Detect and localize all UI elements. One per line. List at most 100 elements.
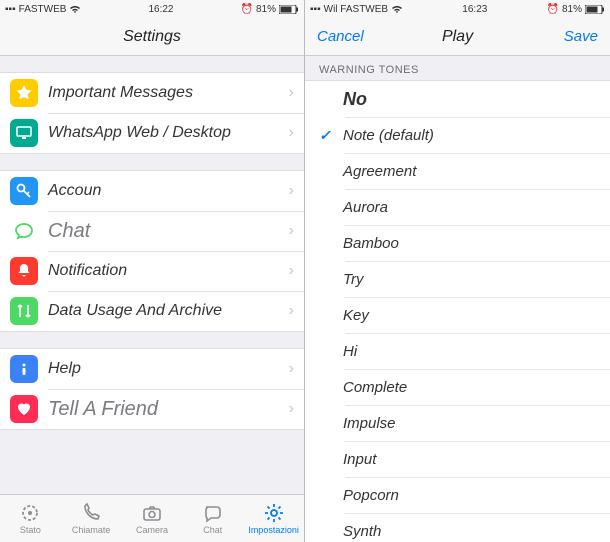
row-label: Chat [48, 220, 289, 243]
row-label: WhatsApp Web / Desktop [48, 124, 289, 142]
wifi-icon [391, 5, 403, 14]
settings-row[interactable]: Data Usage And Archive› [0, 291, 304, 331]
tone-row[interactable]: Agreement [305, 153, 610, 189]
tab-bar: Stato Chiamate Camera Chat Impostazioni [0, 494, 304, 542]
tab-status[interactable]: Stato [0, 495, 61, 542]
checkmark-icon: ✓ [319, 127, 343, 144]
tone-row[interactable]: ✓Note (default) [305, 117, 610, 153]
tone-label: Note (default) [343, 127, 434, 144]
cancel-button[interactable]: Cancel [317, 28, 364, 45]
chevron-right-icon: › [289, 302, 294, 320]
tab-label: Impostazioni [248, 525, 299, 535]
tone-label: Key [343, 307, 369, 324]
settings-row[interactable]: WhatsApp Web / Desktop› [0, 113, 304, 153]
tone-label: Synth [343, 523, 381, 540]
settings-row[interactable]: Important Messages› [0, 73, 304, 113]
chevron-right-icon: › [289, 182, 294, 200]
tone-row[interactable]: Key [305, 297, 610, 333]
nav-title: Play [442, 28, 473, 46]
settings-row[interactable]: Chat› [0, 211, 304, 251]
settings-row[interactable]: Notification› [0, 251, 304, 291]
key-icon [10, 177, 38, 205]
tone-label: Try [343, 271, 364, 288]
tone-list[interactable]: No✓Note (default)AgreementAuroraBambooTr… [305, 80, 610, 542]
battery-icon [585, 5, 605, 14]
section-header: WARNING TONES [305, 56, 610, 80]
tone-label: Hi [343, 343, 357, 360]
tab-settings[interactable]: Impostazioni [243, 495, 304, 542]
row-label: Help [48, 360, 289, 378]
chevron-right-icon: › [289, 222, 294, 240]
tone-label: Popcorn [343, 487, 399, 504]
tone-row[interactable]: Input [305, 441, 610, 477]
tone-label: No [343, 89, 367, 110]
alarm-icon: ⏰ [241, 4, 253, 15]
status-bar: ▪▪▪ Wil FASTWEB 16:23 ⏰ 81% [305, 0, 610, 18]
clock: 16:22 [148, 4, 173, 15]
calls-icon [80, 502, 102, 524]
signal-icon: ▪▪▪ [5, 4, 16, 15]
tab-chats[interactable]: Chat [182, 495, 243, 542]
heart-icon [10, 395, 38, 423]
settings-row[interactable]: Tell A Friend› [0, 389, 304, 429]
tone-row[interactable]: Complete [305, 369, 610, 405]
star-icon [10, 79, 38, 107]
settings-row[interactable]: Accoun› [0, 171, 304, 211]
nav-title: Settings [123, 28, 181, 46]
settings-row[interactable]: Help› [0, 349, 304, 389]
tone-row[interactable]: Hi [305, 333, 610, 369]
settings-screen: ▪▪▪ FASTWEB 16:22 ⏰ 81% Settings Importa… [0, 0, 305, 542]
tone-row[interactable]: Synth [305, 513, 610, 542]
settings-icon [263, 502, 285, 524]
camera-icon [141, 502, 163, 524]
carrier: FASTWEB [19, 4, 67, 15]
chevron-right-icon: › [289, 124, 294, 142]
chevron-right-icon: › [289, 360, 294, 378]
data-icon [10, 297, 38, 325]
tone-label: Complete [343, 379, 407, 396]
tab-label: Chat [203, 525, 222, 535]
bell-icon [10, 257, 38, 285]
save-button[interactable]: Save [564, 28, 598, 45]
tone-row[interactable]: No [305, 81, 610, 117]
tone-row[interactable]: Popcorn [305, 477, 610, 513]
info-icon [10, 355, 38, 383]
clock: 16:23 [462, 4, 487, 15]
battery-percent: 81% [562, 4, 582, 15]
carrier: Wil FASTWEB [324, 4, 388, 15]
tone-label: Impulse [343, 415, 396, 432]
row-label: Important Messages [48, 84, 289, 102]
tone-row[interactable]: Bamboo [305, 225, 610, 261]
chevron-right-icon: › [289, 84, 294, 102]
status-icon [19, 502, 41, 524]
tone-row[interactable]: Try [305, 261, 610, 297]
nav-bar: Settings [0, 18, 304, 56]
tab-label: Camera [136, 525, 168, 535]
row-label: Data Usage And Archive [48, 302, 289, 320]
tab-label: Stato [20, 525, 41, 535]
signal-icon: ▪▪▪ [310, 4, 321, 15]
tone-row[interactable]: Aurora [305, 189, 610, 225]
row-label: Notification [48, 262, 289, 280]
wifi-icon [69, 5, 81, 14]
tone-label: Input [343, 451, 376, 468]
tab-label: Chiamate [72, 525, 111, 535]
chats-icon [202, 502, 224, 524]
tone-row[interactable]: Impulse [305, 405, 610, 441]
chevron-right-icon: › [289, 262, 294, 280]
status-bar: ▪▪▪ FASTWEB 16:22 ⏰ 81% [0, 0, 304, 18]
desktop-icon [10, 119, 38, 147]
row-label: Tell A Friend [48, 398, 289, 421]
tone-picker-screen: ▪▪▪ Wil FASTWEB 16:23 ⏰ 81% Cancel Play … [305, 0, 610, 542]
row-label: Accoun [48, 182, 289, 200]
tone-label: Agreement [343, 163, 416, 180]
tone-label: Aurora [343, 199, 388, 216]
battery-percent: 81% [256, 4, 276, 15]
settings-list[interactable]: Important Messages›WhatsApp Web / Deskto… [0, 56, 304, 494]
tab-camera[interactable]: Camera [122, 495, 183, 542]
tab-calls[interactable]: Chiamate [61, 495, 122, 542]
battery-icon [279, 5, 299, 14]
chevron-right-icon: › [289, 400, 294, 418]
alarm-icon: ⏰ [547, 4, 559, 15]
nav-bar: Cancel Play Save [305, 18, 610, 56]
